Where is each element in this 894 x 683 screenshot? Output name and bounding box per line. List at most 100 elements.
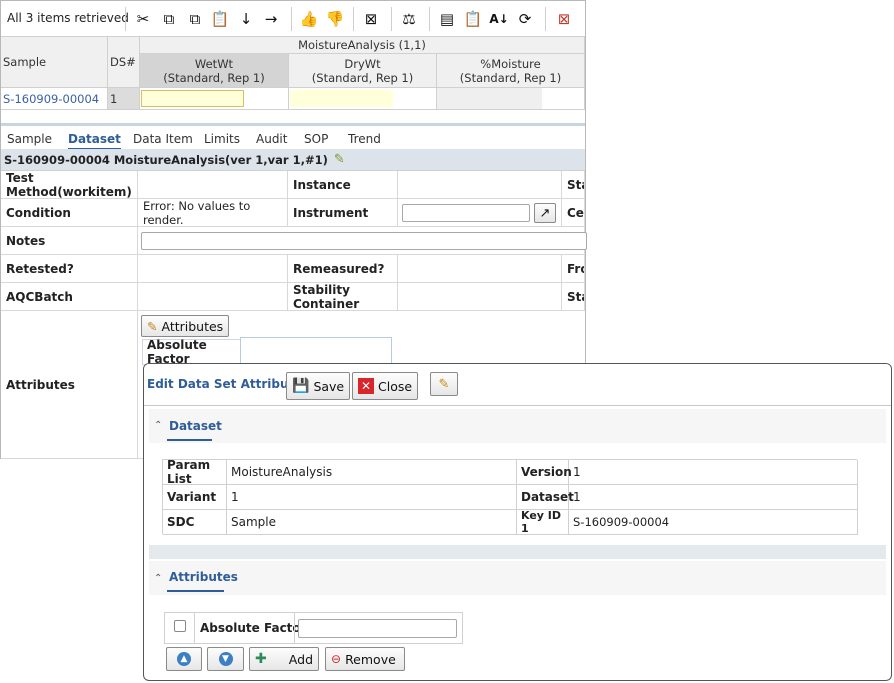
dataset-section-title[interactable]: Dataset [169,419,222,433]
arrow-down-icon: ▼ [218,652,233,666]
instrument-input[interactable] [402,204,530,222]
certification-label: Cer [562,199,585,227]
close-button-label: Close [378,378,413,394]
save-button[interactable]: 💾 Save [286,372,351,400]
instrument-label: Instrument [288,199,398,227]
balance-icon[interactable]: ⚖ [399,9,419,29]
instance-label: Instance [288,171,398,199]
move-up-button[interactable]: ▲ [166,647,202,671]
test-method-value [138,171,288,199]
export-icon[interactable]: ⊠ [554,9,574,29]
tab-audit[interactable]: Audit [256,132,287,146]
remove-icon: ⊖ [331,652,342,666]
tab-sample[interactable]: Sample [7,132,52,146]
edit-attributes-dialog: Edit Data Set Attributes 💾 Save ✕ Close … [143,363,892,681]
attributes-button[interactable]: ✎ Attributes [141,315,230,337]
column-header-label: %Moisture [480,56,541,71]
chevron-up-icon[interactable]: ⌃ [154,420,162,431]
section-underline [167,439,212,441]
attributes-label: Attributes [1,311,138,459]
thumbs-down-icon[interactable]: 👎 [325,9,345,29]
sort-az-icon[interactable]: A↓ [489,9,509,29]
column-header-sample[interactable]: Sample [1,37,108,88]
section-separator [149,545,886,559]
tab-data-item[interactable]: Data Item [133,132,193,146]
toolbar-separator [291,7,292,31]
note-button[interactable]: ✎ [430,372,458,396]
dataset-section-header[interactable] [149,409,886,443]
instrument-cell: ↗ [398,199,562,227]
layout-icon[interactable]: ▤ [437,9,457,29]
column-header-drywt[interactable]: DryWt (Standard, Rep 1) [289,54,437,88]
test-method-label: Test Method(workitem) [1,171,138,199]
fill-down-icon[interactable]: ↓ [236,9,256,29]
tab-sop[interactable]: SOP [304,132,328,146]
toolbar: All 3 items retrieved ✂ ⧉ ⧉ 📋 ↓ → 👍 👎 ⊠ … [1,1,585,37]
wetwt-input[interactable] [141,90,244,107]
column-header-label: WetWt [194,56,234,71]
attributes-section-title[interactable]: Attributes [169,570,238,584]
toolbar-separator [545,7,546,31]
condition-value: Error: No values to render. [138,199,288,227]
sample-link[interactable]: S-160909-00004 [3,92,99,106]
drywt-input[interactable] [290,90,393,107]
notes-cell [138,227,587,255]
open-link-icon[interactable]: ↗ [534,203,556,223]
dataset-fields-table: Param List MoistureAnalysis Version 1 Va… [162,458,858,535]
attribute-row-checkbox[interactable] [174,620,186,632]
stage-label: Sta [562,283,585,311]
section-underline [167,590,224,592]
move-down-button[interactable]: ▼ [207,647,244,671]
cancel-item-icon[interactable]: ⊠ [361,9,381,29]
toolbar-separator [391,7,392,31]
cut-icon[interactable]: ✂ [133,9,153,29]
splitter-handle[interactable] [1,123,585,126]
table-row-ds-cell: 1 [108,88,140,110]
paste-icon[interactable]: 📋 [210,9,230,29]
stability-container-value [398,283,562,311]
attributes-button-label: Attributes [161,318,224,334]
column-header-wetwt[interactable]: WetWt (Standard, Rep 1) [140,54,289,88]
tab-trend[interactable]: Trend [348,132,381,146]
close-button[interactable]: ✕ Close [352,372,419,400]
refresh-icon[interactable]: ⟳ [515,9,535,29]
remove-button[interactable]: ⊖ Remove [325,647,405,671]
chevron-up-icon[interactable]: ⌃ [154,573,162,584]
copy-all-icon[interactable]: ⧉ [185,9,205,29]
column-header-moisture[interactable]: %Moisture (Standard, Rep 1) [437,54,585,88]
absolute-factor-input[interactable] [240,337,392,365]
add-button[interactable]: ✚ Add [249,647,319,671]
tab-limits[interactable]: Limits [204,132,240,146]
column-header-sublabel: (Standard, Rep 1) [163,70,265,85]
keyid-value: S-160909-00004 [569,510,858,535]
variant-label: Variant [163,485,227,510]
notes-label: Notes [1,227,138,255]
clipboard-icon[interactable]: 📋 [463,9,483,29]
moisture-cell [437,88,585,110]
absolute-factor-label: Absolute Factor [142,338,240,366]
wetwt-cell[interactable] [140,88,289,110]
edit-note-icon[interactable]: ✎ [334,152,345,167]
column-header-label: DryWt [344,56,381,71]
dataset-title-bar: S-160909-00004 MoistureAnalysis(ver 1,va… [1,149,585,171]
condition-label: Condition [1,199,138,227]
aqcbatch-value [138,283,288,311]
attributes-section-header[interactable] [149,561,886,595]
aqcbatch-label: AQCBatch [1,283,138,311]
toolbar-separator [429,7,430,31]
tab-dataset[interactable]: Dataset [68,132,121,150]
group-header-label: MoistureAnalysis (1,1) [298,38,426,52]
absolute-factor-input[interactable] [298,619,457,638]
drywt-cell[interactable] [289,88,437,110]
fill-right-icon[interactable]: → [261,9,281,29]
toolbar-separator [353,7,354,31]
retested-value [138,255,288,283]
column-header-ds[interactable]: DS# [108,37,140,88]
copy-icon[interactable]: ⧉ [159,9,179,29]
from-label: Fro [562,255,585,283]
thumbs-up-icon[interactable]: 👍 [299,9,319,29]
column-header-label: DS# [110,55,136,69]
column-header-sublabel: (Standard, Rep 1) [459,70,562,85]
notes-input[interactable] [141,232,587,250]
table-row-sample-cell[interactable]: S-160909-00004 [1,88,108,110]
